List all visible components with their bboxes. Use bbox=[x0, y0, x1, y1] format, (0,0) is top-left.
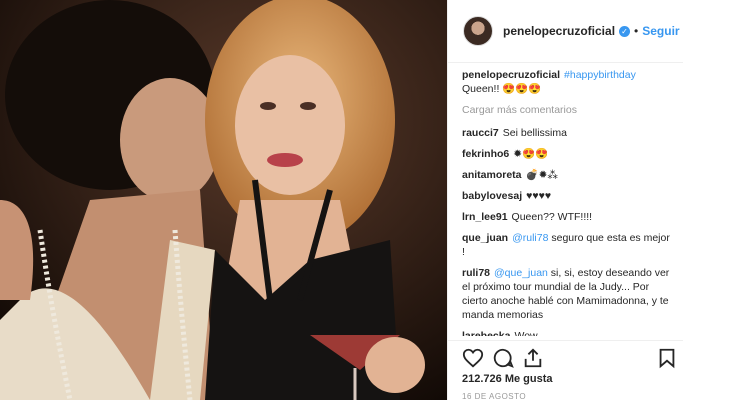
comment-text: ♥♥♥♥ bbox=[526, 190, 552, 202]
page-margin bbox=[683, 0, 750, 400]
comment-text: 💣✹⁂ bbox=[525, 169, 558, 181]
comment-username[interactable]: anitamoreta bbox=[462, 169, 522, 181]
post-photo[interactable] bbox=[0, 0, 447, 400]
comment-row: larebecka Wow bbox=[462, 329, 672, 336]
share-icon[interactable] bbox=[522, 347, 544, 369]
bookmark-icon[interactable] bbox=[656, 347, 678, 369]
comment-row: babylovesaj ♥♥♥♥ bbox=[462, 189, 672, 203]
post-photo-illustration bbox=[0, 0, 447, 400]
comment-row: fekrinho6 ✹😍😍 bbox=[462, 147, 672, 161]
author-username[interactable]: penelopecruzoficial bbox=[503, 24, 615, 38]
comment-text: Wow bbox=[514, 330, 538, 336]
comment-text: Queen?? WTF!!!! bbox=[511, 211, 593, 223]
comment-row: lrn_lee91 Queen?? WTF!!!! bbox=[462, 210, 672, 224]
post-header: penelopecruzoficial ✓ • Seguir bbox=[448, 0, 684, 63]
likes-count[interactable]: 212.726 Me gusta bbox=[462, 373, 553, 385]
comment-mention[interactable]: @que_juan bbox=[494, 267, 548, 279]
follow-button[interactable]: Seguir bbox=[642, 24, 679, 38]
comment-mention[interactable]: @ruli78 bbox=[512, 232, 548, 244]
comment-text: Sei bellissima bbox=[502, 127, 567, 139]
comment-username[interactable]: lrn_lee91 bbox=[462, 211, 508, 223]
caption-hashtag[interactable]: #happybirthday bbox=[564, 69, 636, 81]
heart-icon[interactable] bbox=[462, 347, 484, 369]
comment-row: raucci7 Sei bellissima bbox=[462, 126, 672, 140]
separator-dot: • bbox=[634, 24, 639, 38]
comment-row: que_juan @ruli78 seguro que esta es mejor… bbox=[462, 231, 672, 259]
comment-username[interactable]: ruli78 bbox=[462, 267, 490, 279]
comment-text: ✹😍😍 bbox=[513, 148, 549, 160]
comment-icon[interactable] bbox=[492, 347, 514, 369]
comment-username[interactable]: larebecka bbox=[462, 330, 510, 336]
caption: penelopecruzoficial #happybirthday Queen!… bbox=[462, 68, 672, 96]
comment-username[interactable]: babylovesaj bbox=[462, 190, 522, 202]
comment-row: ruli78 @que_juan si, si, estoy deseando v… bbox=[462, 266, 672, 322]
comment-username[interactable]: raucci7 bbox=[462, 127, 499, 139]
caption-text: Queen!! 😍😍😍 bbox=[462, 83, 542, 95]
comment-username[interactable]: fekrinho6 bbox=[462, 148, 509, 160]
load-more-comments-link[interactable]: Cargar más comentarios bbox=[462, 103, 672, 117]
comments-list[interactable]: penelopecruzoficial #happybirthday Queen!… bbox=[462, 68, 672, 336]
comment-row: anitamoreta 💣✹⁂ bbox=[462, 168, 672, 182]
caption-username[interactable]: penelopecruzoficial bbox=[462, 69, 560, 81]
post-side-panel: penelopecruzoficial ✓ • Seguir penelopec… bbox=[447, 0, 684, 401]
action-bar bbox=[448, 340, 684, 373]
avatar[interactable] bbox=[463, 16, 493, 46]
verified-badge-icon: ✓ bbox=[619, 25, 631, 37]
comment-username[interactable]: que_juan bbox=[462, 232, 508, 244]
